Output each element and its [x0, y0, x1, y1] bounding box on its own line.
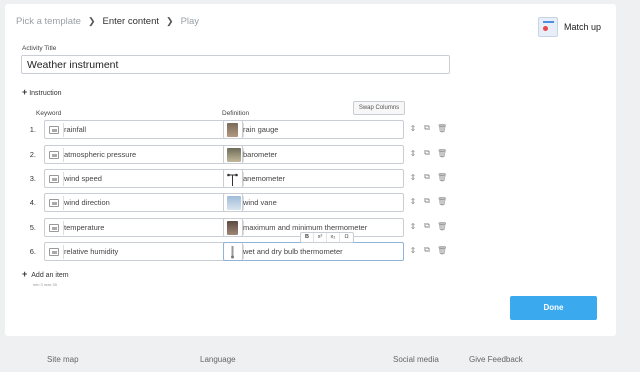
definition-input[interactable]: anemometer	[223, 169, 404, 188]
keyword-input[interactable]: atmospheric pressure	[44, 145, 243, 164]
row-number: 1.	[29, 125, 36, 134]
breadcrumb: Pick a template ❯ Enter content ❯ Play	[16, 16, 199, 27]
reorder-icon[interactable]: ⇕	[409, 149, 417, 158]
row-controls: ⇕ ⧉ 🗑	[409, 245, 451, 255]
definition-input[interactable]: wet and dry bulb thermometer	[223, 242, 404, 261]
reorder-icon[interactable]: ⇕	[409, 197, 417, 206]
duplicate-icon[interactable]: ⧉	[423, 172, 431, 182]
chevron-right-icon: ❯	[87, 16, 96, 26]
bold-button[interactable]: B	[301, 233, 314, 242]
image-placeholder-icon[interactable]	[49, 248, 59, 256]
image-placeholder-icon[interactable]	[49, 126, 59, 134]
reorder-icon[interactable]: ⇕	[409, 124, 417, 133]
chevron-right-icon: ❯	[166, 16, 174, 26]
plus-icon: +	[22, 269, 28, 279]
thermometer-image[interactable]	[227, 221, 238, 235]
done-button[interactable]: Done	[510, 296, 597, 320]
trash-icon[interactable]: 🗑	[437, 197, 447, 206]
wind-vane-image[interactable]	[227, 196, 241, 210]
match-up-template-icon	[538, 17, 558, 37]
plus-icon: +	[22, 87, 28, 97]
template-badge[interactable]: Match up	[538, 17, 601, 37]
definition-text: rain gauge	[243, 125, 279, 134]
row-number: 5.	[29, 223, 36, 232]
definition-text: wet and dry bulb thermometer	[243, 247, 343, 256]
row-controls: ⇕ ⧉ 🗑	[409, 196, 451, 206]
definition-column-header: Definition	[222, 110, 250, 117]
duplicate-icon[interactable]: ⧉	[423, 123, 431, 133]
add-item-label: Add an item	[31, 272, 69, 279]
row-controls: ⇕ ⧉ 🗑	[409, 123, 451, 133]
special-character-button[interactable]: Ω	[340, 233, 353, 242]
definition-text: wind vane	[243, 198, 277, 207]
anemometer-image[interactable]	[227, 172, 238, 186]
row-controls: ⇕ ⧉ 🗑	[409, 148, 451, 158]
barometer-image[interactable]	[227, 148, 241, 162]
footer-site-map[interactable]: Site map	[47, 355, 79, 364]
template-name: Match up	[564, 22, 602, 32]
row-controls: ⇕ ⧉ 🗑	[409, 172, 451, 182]
duplicate-icon[interactable]: ⧉	[423, 196, 431, 206]
activity-title-input[interactable]	[21, 55, 450, 74]
keyword-input[interactable]: relative humidity	[44, 242, 243, 261]
rain-gauge-image[interactable]	[227, 123, 238, 137]
add-instruction-link[interactable]: + Instruction	[22, 87, 62, 97]
keyword-input[interactable]: temperature	[44, 218, 243, 237]
keyword-text: wind direction	[64, 198, 110, 207]
duplicate-icon[interactable]: ⧉	[423, 245, 431, 255]
trash-icon[interactable]: 🗑	[437, 149, 447, 158]
row-number: 3.	[29, 174, 36, 183]
keyword-input[interactable]: wind direction	[44, 193, 243, 212]
image-placeholder-icon[interactable]	[49, 175, 59, 183]
footer-give-feedback[interactable]: Give Feedback	[469, 355, 523, 364]
definition-text: barometer	[243, 150, 278, 159]
keyword-text: relative humidity	[64, 247, 119, 256]
subscript-button[interactable]: x₂	[327, 233, 340, 242]
keyword-text: atmospheric pressure	[64, 150, 137, 159]
swap-columns-button[interactable]: Swap Columns	[353, 101, 405, 115]
row-number: 2.	[29, 150, 36, 159]
superscript-button[interactable]: x²	[314, 233, 327, 242]
activity-title-label: Activity Title	[22, 45, 57, 52]
trash-icon[interactable]: 🗑	[437, 124, 447, 133]
trash-icon[interactable]: 🗑	[437, 173, 447, 182]
step-play[interactable]: Play	[181, 16, 199, 27]
reorder-icon[interactable]: ⇕	[409, 173, 417, 182]
hygrometer-image[interactable]	[227, 245, 238, 259]
definition-text: maximum and minimum thermometer	[243, 223, 368, 232]
add-item-button[interactable]: + Add an item	[22, 269, 69, 279]
step-enter-content[interactable]: Enter content	[103, 16, 160, 27]
duplicate-icon[interactable]: ⧉	[423, 148, 431, 158]
format-toolbar: B x² x₂ Ω	[300, 232, 354, 243]
definition-input[interactable]: rain gauge	[223, 120, 404, 139]
trash-icon[interactable]: 🗑	[437, 246, 447, 255]
definition-input[interactable]: wind vane	[223, 193, 404, 212]
trash-icon[interactable]: 🗑	[437, 222, 447, 231]
keyword-input[interactable]: wind speed	[44, 169, 243, 188]
footer-language[interactable]: Language	[200, 355, 236, 364]
keyword-text: rainfall	[64, 125, 87, 134]
footer-social-media[interactable]: Social media	[393, 355, 439, 364]
reorder-icon[interactable]: ⇕	[409, 222, 417, 231]
reorder-icon[interactable]: ⇕	[409, 246, 417, 255]
image-placeholder-icon[interactable]	[49, 151, 59, 159]
instruction-label: Instruction	[29, 90, 62, 97]
item-limits: min 3 max 30	[33, 282, 58, 287]
duplicate-icon[interactable]: ⧉	[423, 221, 431, 231]
image-placeholder-icon[interactable]	[49, 224, 59, 232]
keyword-column-header: Keyword	[36, 110, 62, 117]
definition-text: anemometer	[243, 174, 286, 183]
row-number: 6.	[29, 247, 36, 256]
keyword-input[interactable]: rainfall	[44, 120, 243, 139]
image-placeholder-icon[interactable]	[49, 199, 59, 207]
row-controls: ⇕ ⧉ 🗑	[409, 221, 451, 231]
step-pick-template[interactable]: Pick a template	[16, 16, 81, 27]
definition-input[interactable]: barometer	[223, 145, 404, 164]
keyword-text: wind speed	[64, 174, 102, 183]
keyword-text: temperature	[64, 223, 105, 232]
row-number: 4.	[29, 198, 36, 207]
